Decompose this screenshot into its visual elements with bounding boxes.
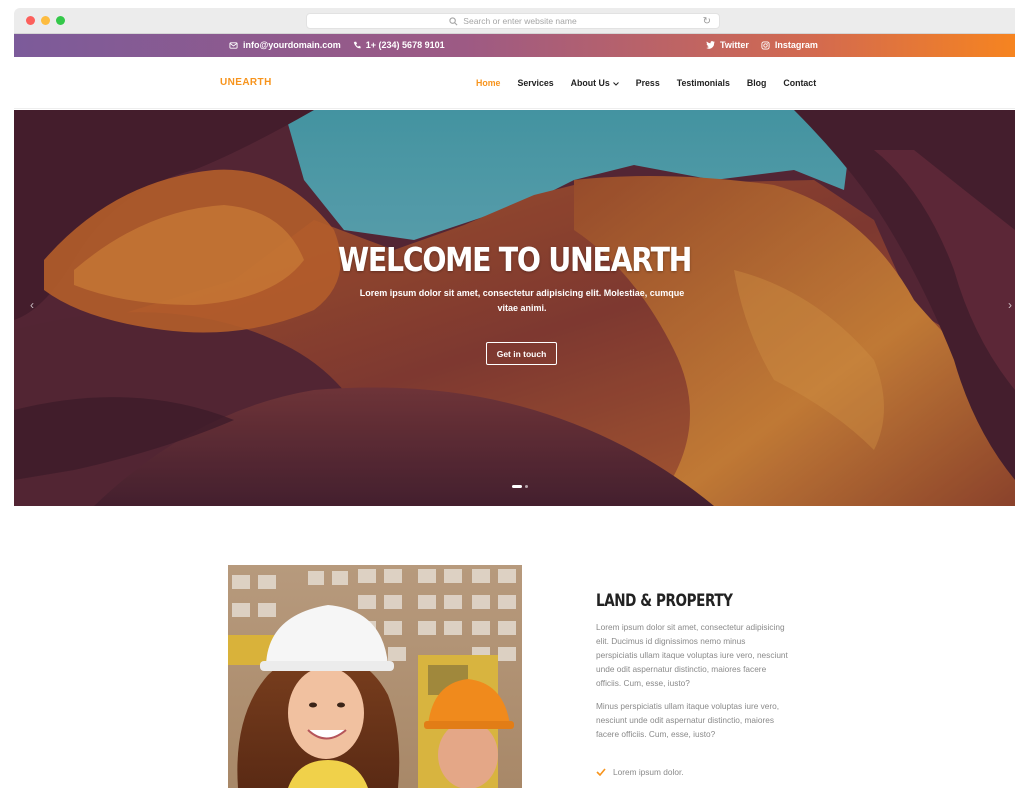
instagram-text: Instagram	[774, 40, 818, 50]
slide-dot-2[interactable]	[525, 485, 528, 488]
twitter-link[interactable]: Twitter	[706, 40, 749, 50]
nav-item-press[interactable]: Press	[636, 78, 660, 88]
checklist-item: Lorem ipsum dolor.	[596, 767, 684, 777]
top-contact-bar: info@yourdomain.com 1+ (234) 5678 9101 T…	[14, 34, 1015, 57]
nav-item-label: Home	[476, 78, 501, 88]
instagram-icon	[761, 40, 770, 50]
section-paragraph-1: Lorem ipsum dolor sit amet, consectetur …	[596, 622, 788, 688]
window-controls	[26, 16, 65, 25]
address-placeholder: Search or enter website name	[463, 16, 577, 26]
email-text: info@yourdomain.com	[243, 40, 341, 50]
next-slide-arrow-icon[interactable]: ›	[1008, 298, 1012, 312]
checkmark-icon	[596, 768, 606, 776]
nav-item-home[interactable]: Home	[476, 78, 500, 88]
nav-item-label: Blog	[746, 78, 767, 88]
twitter-text: Twitter	[720, 40, 749, 50]
get-in-touch-button[interactable]: Get in touch	[486, 342, 557, 365]
nav-item-label: Contact	[783, 78, 817, 88]
slide-dot-1[interactable]	[512, 485, 522, 488]
nav-menu: Home Services About Us Press Testimonial…	[476, 78, 816, 88]
nav-item-blog[interactable]: Blog	[747, 78, 767, 88]
main-navbar: UNEARTH Home Services About Us Press Tes…	[14, 57, 1015, 109]
email-link[interactable]: info@yourdomain.com	[229, 40, 341, 50]
nav-item-label: Testimonials	[676, 78, 730, 88]
slider-pagination	[512, 485, 528, 488]
hero-title: WELCOME TO UNEARTH	[337, 240, 693, 279]
site-logo[interactable]: UNEARTH	[220, 77, 272, 88]
nav-item-label: Press	[635, 78, 660, 88]
nav-item-testimonials[interactable]: Testimonials	[677, 78, 730, 88]
close-window-button[interactable]	[26, 16, 35, 25]
zoom-window-button[interactable]	[56, 16, 65, 25]
reload-icon[interactable]: ↻	[703, 16, 711, 28]
hero-subtitle: Lorem ipsum dolor sit amet, consectetur …	[359, 288, 685, 313]
twitter-icon	[706, 41, 715, 49]
envelope-icon	[229, 41, 238, 50]
address-bar[interactable]: Search or enter website name ↻	[306, 13, 720, 29]
section-title: LAND & PROPERTY	[596, 591, 733, 610]
search-icon	[449, 16, 458, 26]
phone-link[interactable]: 1+ (234) 5678 9101	[353, 40, 445, 50]
nav-item-services[interactable]: Services	[517, 78, 553, 88]
nav-item-label: Services	[517, 78, 554, 88]
instagram-link[interactable]: Instagram	[761, 40, 818, 50]
workers-photo	[228, 565, 522, 788]
hero-slider: WELCOME TO UNEARTH Lorem ipsum dolor sit…	[14, 110, 1015, 506]
phone-icon	[353, 41, 361, 49]
minimize-window-button[interactable]	[41, 16, 50, 25]
chevron-down-icon	[612, 78, 619, 88]
nav-item-label: About Us	[570, 78, 610, 88]
nav-item-contact[interactable]: Contact	[783, 78, 816, 88]
checklist-item-label: Lorem ipsum dolor.	[613, 767, 684, 777]
phone-text: 1+ (234) 5678 9101	[365, 40, 445, 50]
nav-item-about-us[interactable]: About Us	[571, 78, 619, 88]
section-paragraph-2: Minus perspiciatis ullam itaque voluptas…	[596, 701, 780, 739]
previous-slide-arrow-icon[interactable]: ‹	[30, 298, 34, 312]
browser-toolbar: Search or enter website name ↻	[14, 8, 1015, 34]
